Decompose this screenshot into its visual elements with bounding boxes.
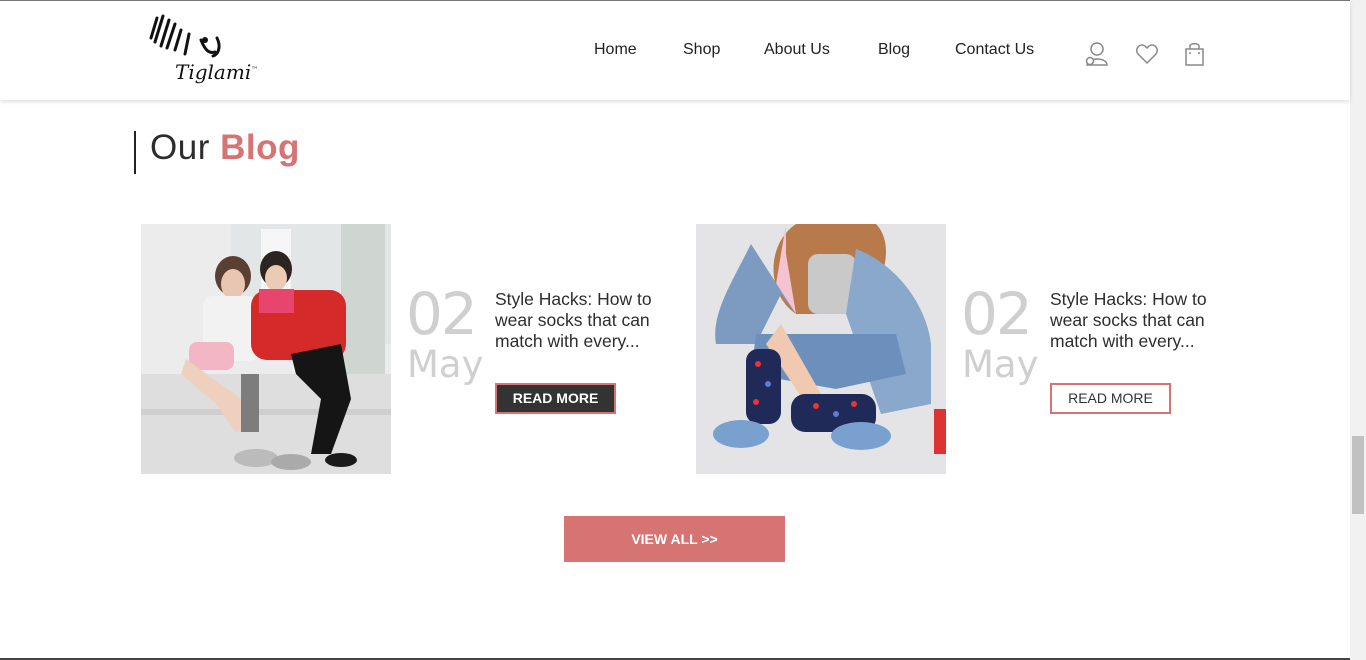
site-header: Tiglami™ Home Shop About Us Blog Contact…	[0, 1, 1350, 100]
read-more-button[interactable]: READ MORE	[495, 383, 616, 414]
brand-name: Tiglami™	[175, 60, 259, 84]
post-image[interactable]	[141, 224, 391, 474]
post-title[interactable]: Style Hacks: How to wear socks that can …	[1050, 289, 1222, 352]
post-date-month: May	[407, 343, 484, 386]
nav-blog[interactable]: Blog	[878, 41, 910, 59]
nav-about-us[interactable]: About Us	[764, 41, 830, 59]
nav-home[interactable]: Home	[594, 41, 637, 59]
view-all-button[interactable]: VIEW ALL >>	[564, 516, 785, 562]
post-date-day: 02	[961, 280, 1033, 348]
brand-logo[interactable]: Tiglami™	[145, 10, 265, 96]
section-title-plain: Our	[150, 128, 210, 167]
read-more-button[interactable]: READ MORE	[1050, 383, 1171, 414]
shopping-bag-icon[interactable]	[1183, 41, 1207, 67]
user-icon[interactable]	[1084, 41, 1108, 67]
post-title[interactable]: Style Hacks: How to wear socks that can …	[495, 289, 667, 352]
section-title-accent: Blog	[220, 128, 300, 167]
scrollbar-thumb[interactable]	[1352, 436, 1364, 514]
post-date-day: 02	[406, 280, 478, 348]
section-title: Our Blog	[150, 128, 300, 168]
nav-contact-us[interactable]: Contact Us	[955, 41, 1034, 59]
section-title-bar	[134, 131, 136, 174]
vertical-scrollbar[interactable]	[1350, 0, 1366, 660]
nav-shop[interactable]: Shop	[683, 41, 720, 59]
post-image[interactable]	[696, 224, 946, 474]
post-date-month: May	[962, 343, 1039, 386]
heart-icon[interactable]	[1135, 41, 1159, 67]
